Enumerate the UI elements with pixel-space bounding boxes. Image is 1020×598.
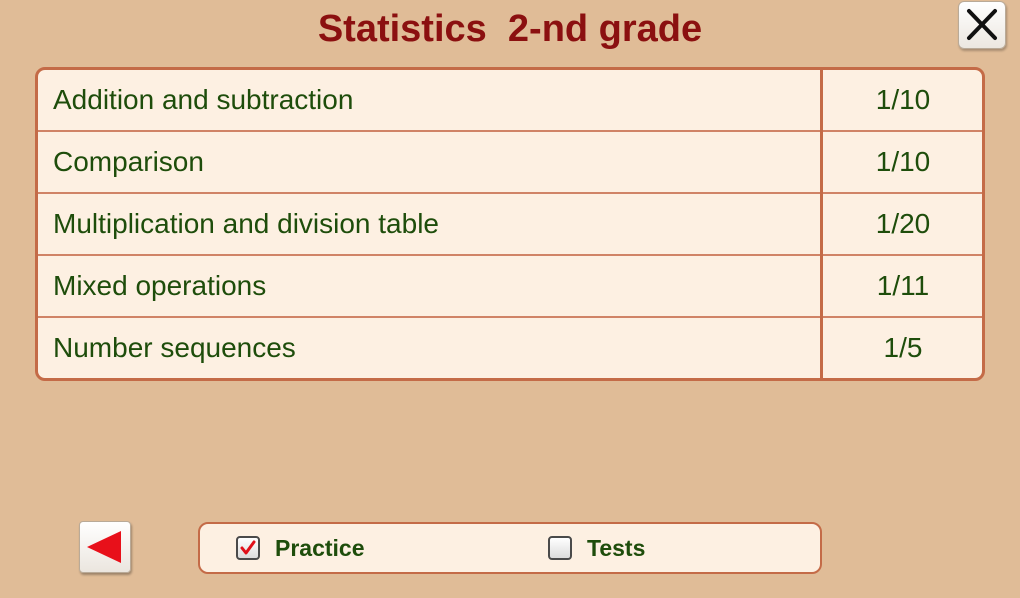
topic-score: 1/10 (875, 146, 931, 177)
table-row: Mixed operations 1/11 (38, 254, 982, 316)
tests-checkbox[interactable] (548, 536, 572, 560)
page-title: Statistics 2-nd grade (317, 8, 703, 50)
table-row: Multiplication and division table 1/20 (38, 192, 982, 254)
topic-score: 1/20 (875, 208, 931, 239)
tests-label[interactable]: Tests (587, 524, 645, 572)
topic-name: Comparison (53, 146, 204, 177)
back-button[interactable] (79, 521, 131, 573)
topic-name: Addition and subtraction (53, 84, 354, 115)
checkmark-icon (240, 540, 256, 555)
close-button[interactable] (958, 1, 1006, 49)
table-row: Comparison 1/10 (38, 130, 982, 192)
topic-score: 1/5 (883, 332, 923, 363)
table-row: Addition and subtraction 1/10 (38, 70, 982, 132)
topic-score: 1/10 (875, 84, 931, 115)
statistics-table: Addition and subtraction 1/10 Comparison… (35, 67, 985, 381)
topic-name: Multiplication and division table (53, 208, 439, 239)
topic-score: 1/11 (876, 270, 930, 301)
practice-label[interactable]: Practice (275, 524, 365, 572)
back-arrow-icon (87, 531, 121, 563)
practice-checkbox[interactable] (236, 536, 260, 560)
column-divider (820, 70, 823, 378)
close-icon (967, 9, 997, 40)
topic-name: Number sequences (53, 332, 296, 363)
topic-name: Mixed operations (53, 270, 267, 301)
table-row: Number sequences 1/5 (38, 316, 982, 378)
mode-filter-bar: Practice Tests (198, 522, 822, 574)
